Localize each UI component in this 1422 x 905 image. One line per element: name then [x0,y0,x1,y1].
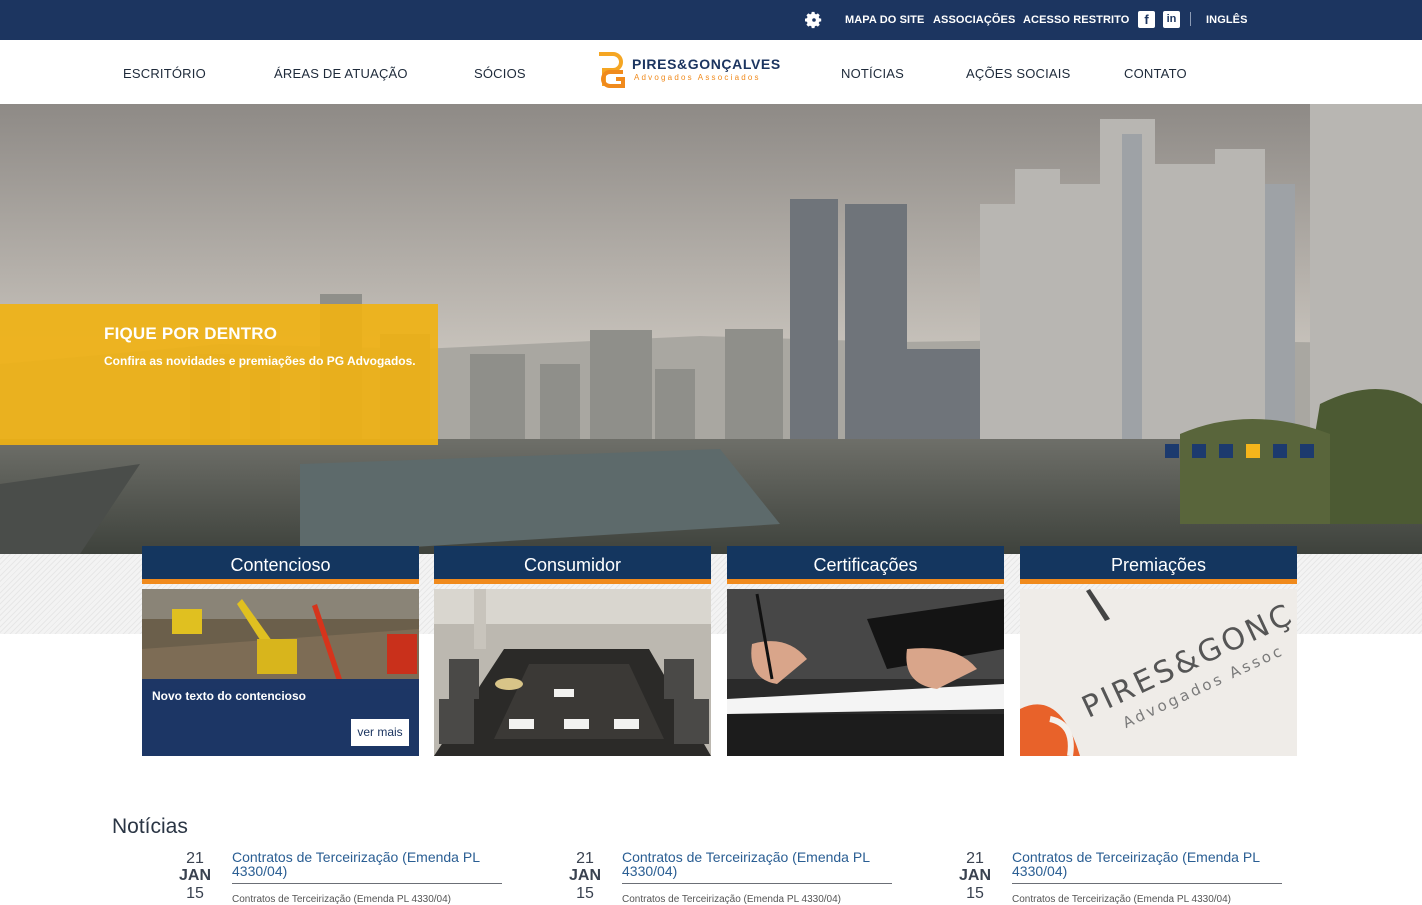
nav-item-contato[interactable]: CONTATO [1124,66,1187,81]
hero-title: FIQUE POR DENTRO [104,324,278,343]
card-contencioso[interactable]: Contencioso Novo texto do contencioso ve… [142,546,419,756]
slider-dot[interactable] [1219,444,1233,458]
card-certificacoes[interactable]: Certificações [727,546,1004,756]
linkedin-icon[interactable]: in [1163,11,1180,28]
card-title: Consumidor [523,555,622,575]
card-title: Certificações [813,555,918,575]
news-year: 15 [966,885,984,902]
meeting-room-image [434,589,711,756]
hero-text: Confira as novidades e premiações do PG … [104,354,416,368]
news-date: 21 JAN 15 [170,850,220,902]
gear-icon[interactable] [805,11,823,29]
card-title: Premiações [1110,555,1207,575]
hero-callout: FIQUE POR DENTRO Confira as novidades e … [0,304,438,445]
facebook-icon[interactable]: f [1138,11,1155,28]
construction-image: Novo texto do contencioso ver mais [142,589,419,756]
hero-slider: FIQUE POR DENTRO Confira as novidades e … [0,104,1422,554]
slider-dot[interactable] [1300,444,1314,458]
news-date: 21 JAN 15 [950,850,1000,902]
logo-tagline: Advogados Associados [634,73,761,82]
site-map-link[interactable]: MAPA DO SITE [845,0,924,40]
news-heading: Notícias [112,815,188,838]
top-utility-bar: MAPA DO SITE ASSOCIAÇÕES ACESSO RESTRITO… [0,0,1422,40]
slider-dot-active[interactable] [1246,444,1260,458]
associations-link[interactable]: ASSOCIAÇÕES [933,0,1015,40]
brand-paper-image: PIRES&GONÇ Advogados Assoc [1020,589,1297,756]
signing-image [727,589,1004,756]
divider [622,883,892,884]
language-english-link[interactable]: INGLÊS [1206,0,1248,40]
news-title-link[interactable]: Contratos de Terceirização (Emenda PL 43… [622,850,892,878]
divider [1012,883,1282,884]
card-header: Consumidor [434,546,711,584]
news-month: JAN [958,867,991,884]
nav-item-noticias[interactable]: NOTÍCIAS [841,66,904,81]
restricted-access-link[interactable]: ACESSO RESTRITO [1023,0,1129,40]
slider-dot[interactable] [1273,444,1287,458]
card-overlay: Novo texto do contencioso ver mais [142,679,419,756]
slider-dot[interactable] [1192,444,1206,458]
main-nav: ESCRITÓRIO ÁREAS DE ATUAÇÃO SÓCIOS PIRES… [0,40,1422,104]
news-title-link[interactable]: Contratos de Terceirização (Emenda PL 43… [1012,850,1282,878]
slider-pagination [1165,444,1314,458]
card-header: Certificações [727,546,1004,584]
card-consumidor[interactable]: Consumidor [434,546,711,756]
news-item[interactable]: 21 JAN 15 Contratos de Terceirização (Em… [950,850,1290,905]
news-date: 21 JAN 15 [560,850,610,902]
news-item[interactable]: 21 JAN 15 Contratos de Terceirização (Em… [560,850,900,905]
news-title-link[interactable]: Contratos de Terceirização (Emenda PL 43… [232,850,502,878]
nav-item-escritorio[interactable]: ESCRITÓRIO [123,66,206,81]
card-premiacoes[interactable]: Premiações PIRES&GONÇ Advogados Assoc [1020,546,1297,756]
card-overlay-text: Novo texto do contencioso [152,689,307,703]
nav-item-socios[interactable]: SÓCIOS [474,66,526,81]
news-month: JAN [178,867,211,884]
card-header: Premiações [1020,546,1297,584]
slider-dot[interactable] [1165,444,1179,458]
nav-item-acoes-sociais[interactable]: AÇÕES SOCIAIS [966,66,1070,81]
see-more-button[interactable]: ver mais [351,719,409,746]
logo-mark-icon [599,52,625,88]
card-title: Contencioso [230,555,331,575]
divider [232,883,502,884]
logo[interactable]: PIRES&GONÇALVES Advogados Associados [596,52,780,88]
news-year: 15 [186,885,204,902]
card-header: Contencioso [142,546,419,584]
news-day: 21 [186,850,204,867]
news-day: 21 [576,850,594,867]
news-item[interactable]: 21 JAN 15 Contratos de Terceirização (Em… [170,850,510,905]
news-month: JAN [568,867,601,884]
divider [1190,12,1191,26]
nav-item-areas[interactable]: ÁREAS DE ATUAÇÃO [274,66,408,81]
logo-brand: PIRES&GONÇALVES [632,56,781,72]
news-year: 15 [576,885,594,902]
news-day: 21 [966,850,984,867]
